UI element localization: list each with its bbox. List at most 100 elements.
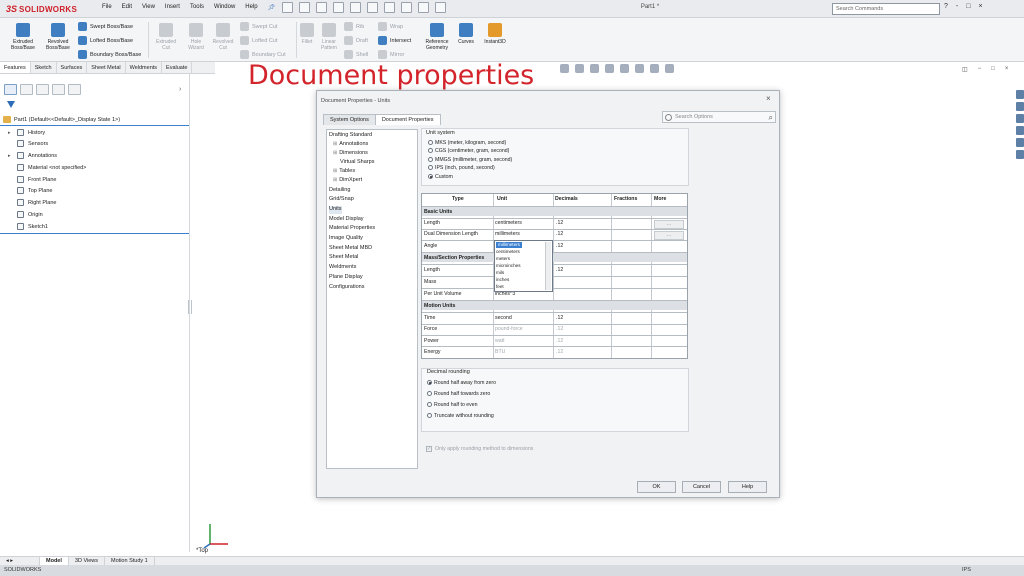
- dropdown-option-microinches[interactable]: microinches: [496, 263, 521, 269]
- category-sheet-metal-mbd[interactable]: Sheet Metal MBD: [329, 245, 372, 253]
- category-sheet-metal[interactable]: Sheet Metal: [329, 254, 358, 262]
- table-cell-unit[interactable]: BTU: [495, 349, 505, 357]
- dropdown-option-mils[interactable]: mils: [496, 270, 504, 276]
- boundary-cut-button[interactable]: Boundary Cut: [240, 50, 286, 59]
- expand-panel-icon[interactable]: ›: [179, 86, 181, 93]
- appearances-icon[interactable]: [1016, 138, 1024, 147]
- search-commands-input[interactable]: Search Commands: [832, 3, 940, 15]
- viewport-close-icon[interactable]: ×: [1005, 66, 1009, 73]
- ok-button[interactable]: OK: [637, 481, 676, 493]
- configuration-manager-tab-icon[interactable]: [36, 84, 49, 95]
- table-cell-decimals[interactable]: .12: [556, 267, 563, 275]
- table-cell-decimals[interactable]: .12: [556, 220, 563, 228]
- appearance-icon[interactable]: [635, 64, 644, 73]
- tab-sketch[interactable]: Sketch: [31, 62, 57, 73]
- radio-mks[interactable]: MKS (meter, kilogram, second): [428, 139, 506, 146]
- category-model-display[interactable]: Model Display: [329, 216, 364, 224]
- save-icon[interactable]: [333, 2, 344, 13]
- table-cell-decimals[interactable]: .12: [556, 315, 563, 323]
- file-properties-icon[interactable]: [418, 2, 429, 13]
- tree-part-root[interactable]: Part1 (Default<<Default>_Display State 1…: [3, 115, 188, 124]
- menu-window[interactable]: Window: [214, 4, 235, 11]
- solidworks-logo[interactable]: 3S SOLIDWORKS: [6, 3, 77, 15]
- more-button[interactable]: ...: [654, 231, 684, 240]
- dimxpert-manager-tab-icon[interactable]: [52, 84, 65, 95]
- extruded-cut-button[interactable]: Extruded Cut: [152, 23, 180, 51]
- dropdown-option-centimeters[interactable]: centimeters: [496, 249, 520, 255]
- menu-insert[interactable]: Insert: [165, 4, 180, 11]
- search-options-input[interactable]: Search Options ⌕: [662, 111, 776, 123]
- expand-arrow-icon[interactable]: ▸: [8, 130, 13, 136]
- resources-icon[interactable]: [1016, 90, 1024, 99]
- view-orientation-icon[interactable]: [590, 64, 599, 73]
- tab-document-properties[interactable]: Document Properties: [374, 114, 441, 125]
- unit-select[interactable]: millimeters: [495, 231, 520, 239]
- radio-button[interactable]: [428, 165, 433, 170]
- linear-pattern-button[interactable]: Linear Pattern: [318, 23, 340, 51]
- rebuild-icon[interactable]: [401, 2, 412, 13]
- radio-button[interactable]: [427, 402, 432, 407]
- category-tables[interactable]: Tables: [333, 168, 355, 176]
- unit-system-status[interactable]: IPS: [962, 567, 971, 573]
- radio-button[interactable]: [428, 148, 433, 153]
- dropdown-option-feet[interactable]: feet: [496, 284, 504, 290]
- feature-tree-tab-icon[interactable]: [4, 84, 17, 95]
- radio-round-half-away[interactable]: Round half away from zero: [427, 379, 496, 386]
- revolved-boss-button[interactable]: Revolved Boss/Base: [42, 23, 74, 51]
- radio-round-half-even[interactable]: Round half to even: [427, 401, 478, 408]
- undo-icon[interactable]: [367, 2, 378, 13]
- hole-wizard-button[interactable]: Hole Wizard: [184, 23, 208, 51]
- category-grid-snap[interactable]: Grid/Snap: [329, 196, 354, 204]
- open-icon[interactable]: [316, 2, 327, 13]
- fillet-button[interactable]: Fillet: [298, 23, 316, 45]
- design-library-icon[interactable]: [1016, 102, 1024, 111]
- category-plane-display[interactable]: Plane Display: [329, 274, 363, 282]
- lofted-cut-button[interactable]: Lofted Cut: [240, 36, 277, 45]
- lofted-boss-button[interactable]: Lofted Boss/Base: [78, 36, 133, 45]
- display-style-icon[interactable]: [605, 64, 614, 73]
- draft-button[interactable]: Draft: [344, 36, 368, 45]
- tree-item-top-plane[interactable]: Top Plane: [8, 186, 52, 195]
- menu-view[interactable]: View: [142, 4, 155, 11]
- dropdown-option-meters[interactable]: meters: [496, 256, 510, 262]
- more-button[interactable]: ...: [654, 220, 684, 229]
- rib-button[interactable]: Rib: [344, 22, 364, 31]
- table-cell-unit[interactable]: centimeters: [495, 220, 522, 228]
- category-dimensions[interactable]: Dimensions: [333, 150, 368, 158]
- filter-icon[interactable]: [7, 101, 15, 109]
- panel-splitter-handle[interactable]: [188, 300, 192, 314]
- tree-item-right-plane[interactable]: Right Plane: [8, 198, 56, 207]
- tab-motion-study[interactable]: Motion Study 1: [105, 557, 155, 565]
- tab-3d-views[interactable]: 3D Views: [69, 557, 106, 565]
- tree-item-material[interactable]: Material <not specified>: [8, 163, 86, 172]
- radio-button[interactable]: [428, 140, 433, 145]
- tree-item-sketch1[interactable]: Sketch1: [8, 222, 48, 231]
- radio-button-selected[interactable]: [427, 380, 432, 385]
- hide-show-icon[interactable]: [620, 64, 629, 73]
- category-annotations[interactable]: Annotations: [333, 141, 368, 149]
- dropdown-scrollbar[interactable]: [545, 242, 551, 290]
- radio-custom[interactable]: Custom: [428, 173, 453, 180]
- table-cell-unit[interactable]: watt: [495, 338, 505, 346]
- minimize-icon[interactable]: -: [956, 3, 958, 10]
- new-document-icon[interactable]: [299, 2, 310, 13]
- category-dimxpert[interactable]: DimXpert: [333, 177, 362, 185]
- tree-item-front-plane[interactable]: Front Plane: [8, 175, 56, 184]
- swept-boss-button[interactable]: Swept Boss/Base: [78, 22, 133, 31]
- cancel-button[interactable]: Cancel: [682, 481, 721, 493]
- curves-button[interactable]: Curves: [454, 23, 478, 45]
- select-icon[interactable]: [384, 2, 395, 13]
- viewport-minimize-icon[interactable]: −: [978, 66, 982, 73]
- menu-help[interactable]: Help: [245, 4, 257, 11]
- menu-edit[interactable]: Edit: [122, 4, 132, 11]
- rollback-bar[interactable]: [0, 233, 189, 234]
- radio-round-half-towards[interactable]: Round half towards zero: [427, 390, 490, 397]
- search-icon[interactable]: ⌕: [769, 113, 773, 123]
- custom-properties-icon[interactable]: [1016, 150, 1024, 159]
- radio-button[interactable]: [428, 157, 433, 162]
- mirror-button[interactable]: Mirror: [378, 50, 404, 59]
- table-cell-decimals[interactable]: .12: [556, 338, 563, 346]
- table-cell-decimals[interactable]: .12: [556, 326, 563, 334]
- view-settings-icon[interactable]: [665, 64, 674, 73]
- file-explorer-icon[interactable]: [1016, 114, 1024, 123]
